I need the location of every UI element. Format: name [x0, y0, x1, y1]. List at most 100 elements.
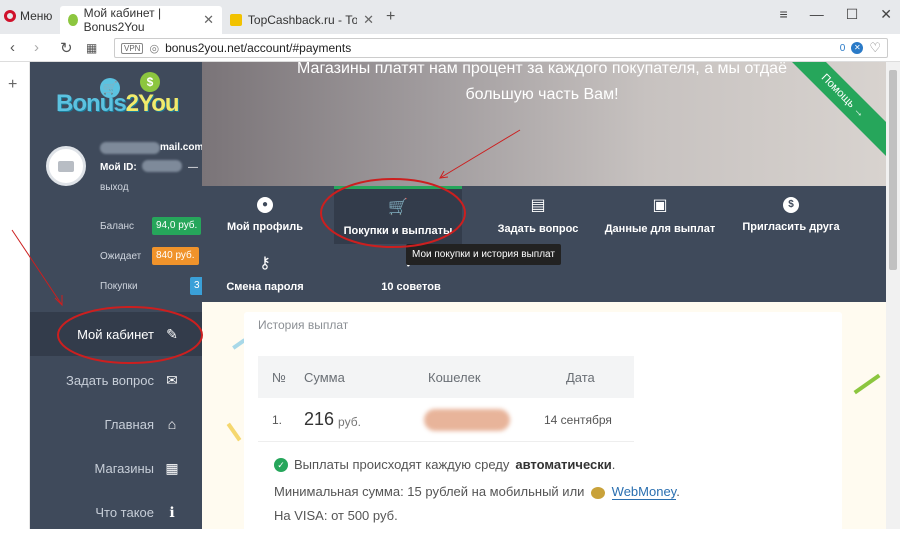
sidebar-item-home[interactable]: Главная ⌂ [30, 402, 202, 446]
new-tab-button[interactable]: + [386, 8, 395, 26]
sidebar-item-label: Задать вопрос [66, 372, 154, 388]
close-window-icon[interactable]: ✕ [880, 6, 892, 23]
banner-line1: Магазины платят нам процент за каждого п… [297, 62, 787, 77]
pencil-icon: ✎ [166, 325, 178, 342]
sidebar-item-shops[interactable]: Магазины ▦ [30, 446, 202, 490]
col-amount: Сумма [304, 369, 345, 385]
cart-icon: 🛒 [388, 198, 408, 216]
logo-part2: 2You [125, 90, 180, 117]
tab-invite-friend[interactable]: $ Пригласить друга [732, 186, 850, 244]
heart-icon[interactable]: ♡ [869, 40, 881, 56]
site-logo[interactable]: Bonus2You [56, 90, 180, 118]
dollar-coin-icon: $ [140, 72, 160, 92]
logo-part1: Bonus [56, 90, 127, 117]
sidebar-item-what-is[interactable]: Что такое ℹ [30, 490, 202, 529]
webmoney-icon [591, 486, 606, 499]
row-number: 1. [272, 412, 283, 427]
back-icon[interactable]: ‹ [10, 39, 15, 56]
speed-dial-icon[interactable]: ▦ [86, 41, 97, 55]
tab-label: 10 советов [381, 281, 441, 293]
table-row: 1. 216 руб. 14 сентября [258, 398, 634, 442]
min-text: Минимальная сумма: 15 рублей на мобильны… [274, 484, 585, 499]
logout-link[interactable]: выход [100, 182, 129, 193]
amount-currency: руб. [338, 414, 361, 429]
wallet-icon: ▣ [652, 197, 668, 214]
tab-payout-data[interactable]: ▣ Данные для выплат [598, 186, 722, 244]
table-header: № Сумма Кошелек Дата [258, 356, 634, 398]
hero-banner: Магазины платят нам процент за каждого п… [202, 62, 886, 186]
confetti-decoration [226, 422, 242, 442]
sidebar-item-my-account[interactable]: Мой кабинет ✎ [30, 312, 202, 356]
purchases-badge: 3 [190, 277, 202, 295]
site-sidebar: 🛒 $ Bonus2You mail.com Мой ID: — выход Б… [30, 62, 202, 529]
row-wallet [424, 398, 510, 441]
globe-icon: ◎ [149, 42, 160, 55]
banner-text: Магазины платят нам процент за каждого п… [262, 62, 822, 108]
url-text: bonus2you.net/account/#payments [165, 41, 352, 55]
chat-icon: ▤ [530, 197, 546, 214]
banner-line2: большую часть Вам! [465, 86, 619, 103]
adblock-count: 0 [839, 42, 846, 54]
sidebar-item-label: Главная [104, 416, 154, 432]
home-icon: ⌂ [167, 416, 177, 432]
wallet-blurred [424, 408, 510, 431]
tab-menu-icon[interactable]: ≡ [780, 6, 788, 23]
minimize-icon[interactable]: — [810, 6, 824, 23]
add-panel-icon[interactable]: + [8, 76, 17, 94]
notice-bold: автоматически [515, 457, 612, 472]
tab-my-profile[interactable]: ● Мой профиль [214, 186, 316, 244]
tab-label: Мой профиль [227, 221, 303, 233]
tab-label: Пригласить друга [742, 221, 840, 233]
confetti-decoration [853, 373, 881, 395]
amount-value: 216 [304, 409, 335, 429]
section-title: История выплат [258, 318, 349, 332]
email-suffix: mail.com [160, 142, 202, 153]
lock-favicon-icon [230, 14, 242, 26]
adblock-icon[interactable]: ✕ [851, 42, 864, 54]
col-number: № [272, 369, 286, 385]
tab-label: Покупки и выплаты [343, 224, 453, 237]
grid-icon: ▦ [165, 459, 179, 476]
sidebar-item-label: Мой кабинет [77, 326, 154, 342]
opera-sidebar: + [0, 62, 30, 529]
user-id-label: Мой ID: [100, 162, 137, 173]
close-tab-icon[interactable]: ✕ [203, 12, 214, 28]
tab-change-password[interactable]: ⚷ Смена пароля [214, 244, 316, 302]
avatar[interactable] [46, 146, 86, 186]
dollar-icon: $ [783, 197, 799, 213]
browser-tab-active[interactable]: Мой кабинет | Bonus2You ✕ [60, 6, 222, 34]
maximize-icon[interactable]: ☐ [846, 6, 859, 23]
key-icon: ⚷ [259, 255, 271, 272]
balance-label: Баланс [100, 221, 135, 232]
col-wallet: Кошелек [428, 369, 481, 385]
forward-icon[interactable]: › [34, 39, 39, 56]
page-scrollbar[interactable] [886, 62, 900, 529]
main-content: История выплат № Сумма Кошелек Дата 1. 2… [202, 302, 886, 542]
browser-tab-bar: Меню Мой кабинет | Bonus2You ✕ TopCashba… [0, 0, 900, 34]
webmoney-link[interactable]: WebMoney [611, 484, 677, 500]
purchases-label: Покупки [100, 281, 138, 292]
tab-title: TopCashback.ru - Топ луч [247, 13, 358, 27]
pending-badge: 840 руб. [152, 247, 199, 265]
tab-purchases-payouts[interactable]: 🛒 Покупки и выплаты [334, 186, 462, 244]
payout-notice: ✓ Выплаты происходят каждую среду автома… [274, 457, 615, 472]
visa-line: На VISA: от 500 руб. [274, 508, 398, 523]
envelope-icon: ✉ [166, 371, 178, 388]
scrollbar-thumb[interactable] [889, 70, 897, 270]
tab-ask-question[interactable]: ▤ Задать вопрос [478, 186, 598, 244]
tooltip: Мои покупки и история выплат [406, 244, 561, 265]
sidebar-item-label: Магазины [94, 460, 155, 476]
vpn-badge[interactable]: VPN [121, 42, 144, 54]
browser-tab[interactable]: TopCashback.ru - Топ луч ✕ [222, 6, 382, 34]
reload-icon[interactable]: ↻ [60, 39, 73, 57]
sidebar-item-ask-question[interactable]: Задать вопрос ✉ [30, 358, 202, 402]
row-amount: 216 руб. [304, 398, 361, 441]
user-id-blurred [142, 160, 182, 172]
url-field[interactable]: VPN ◎ bonus2you.net/account/#payments 0 … [114, 38, 888, 58]
opera-menu-button[interactable]: Меню [4, 9, 52, 23]
email-blurred [100, 142, 160, 154]
info-icon: ℹ [169, 503, 175, 520]
close-tab-icon[interactable]: ✕ [363, 12, 374, 28]
notice-suffix: . [611, 457, 616, 472]
balance-badge: 94,0 руб. [152, 217, 202, 235]
